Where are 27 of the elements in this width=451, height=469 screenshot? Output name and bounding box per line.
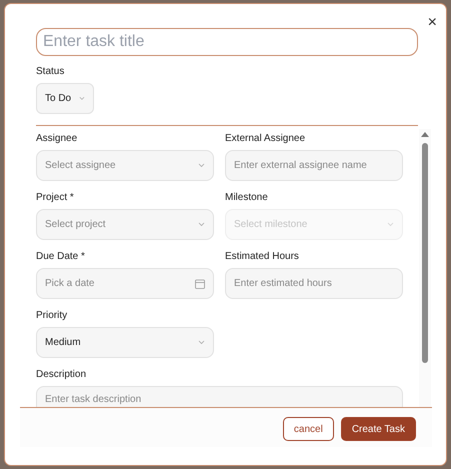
chevron-down-icon [198,222,205,227]
cancel-button[interactable]: cancel [282,417,334,441]
chevron-down-icon [79,96,85,101]
chevron-down-icon [387,222,394,227]
close-button[interactable]: × [428,14,437,32]
field-label: Priority [36,310,68,322]
title-field[interactable]: Enter task title [36,28,418,56]
field-label: External Assignee [225,133,306,145]
textarea-field[interactable]: Enter task description [36,386,403,407]
field-label: Milestone [225,192,269,204]
input-field[interactable]: Enter estimated hours [225,268,403,299]
select-field[interactable]: Medium [36,327,214,358]
chevron-down-icon [198,163,205,168]
field-label: Description [36,369,88,381]
date-field[interactable]: Pick a date [36,268,214,299]
create-task-button[interactable]: Create Task [340,417,416,441]
select-field[interactable]: Select project [36,209,214,240]
select-field[interactable]: Select assignee [36,150,214,181]
field-label: Project * [36,192,75,204]
chevron-down-icon [198,340,205,345]
field-label: Status [36,66,66,78]
status-select[interactable]: To Do [36,83,94,114]
field-label: Due Date * [36,251,86,263]
field-label: Estimated Hours [225,251,300,263]
calendar-icon [195,278,205,288]
field-label: Assignee [36,133,78,145]
input-field[interactable]: Enter external assignee name [225,150,403,181]
